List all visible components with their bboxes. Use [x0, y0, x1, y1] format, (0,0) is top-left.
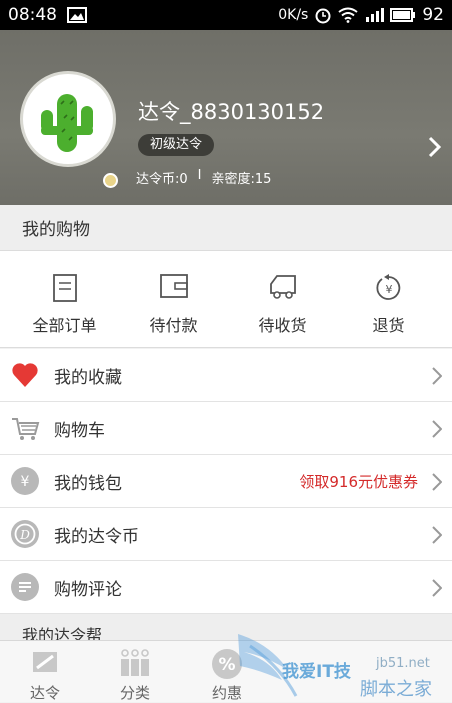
- category-icon: [121, 649, 149, 676]
- coupon-promo[interactable]: 领取916元优惠券: [299, 471, 418, 492]
- section-shopping-title: 我的购物: [22, 220, 90, 240]
- menu-item-label: 购物车: [54, 420, 105, 441]
- order-return-label: 退货: [372, 316, 405, 335]
- chevron-right-icon: [432, 420, 442, 438]
- comment-icon: [11, 573, 39, 601]
- menu-item-favorites[interactable]: 我的收藏: [0, 349, 452, 402]
- watermark-text: 我爱IT技: [282, 662, 351, 682]
- profile-stats: 达令币:0 I 亲密度:15: [136, 168, 271, 187]
- coins-count: 达令币:0: [136, 172, 188, 187]
- level-badge: 初级达令: [138, 134, 215, 156]
- wallet-icon: [159, 274, 188, 298]
- tab-category[interactable]: 分类: [90, 641, 180, 703]
- cart-icon: [12, 418, 40, 440]
- dalin-icon: [33, 652, 57, 672]
- profile-header[interactable]: 达令_8830130152 初级达令 达令币:0 I 亲密度:15: [0, 30, 452, 205]
- image-notification-icon: [67, 7, 87, 23]
- tab-label: 分类: [119, 684, 150, 702]
- wifi-icon: [338, 7, 358, 23]
- order-unreceived-button[interactable]: 待收货: [226, 251, 339, 348]
- coin-icon: D: [11, 520, 39, 548]
- yuan-icon: ¥: [11, 467, 39, 495]
- order-shortcuts: 全部订单 待付款 待收货 ¥ 退货: [0, 251, 452, 348]
- svg-text:¥: ¥: [385, 283, 392, 296]
- order-list-icon: [52, 274, 77, 302]
- battery-level: 92: [422, 5, 444, 25]
- status-bar: 08:48 0K/s 92: [0, 0, 452, 30]
- menu-list: 我的收藏 购物车 ¥ 我的钱包 领取916元优惠券 D 我的达令币 购物评论: [0, 349, 452, 614]
- tab-label: 达令: [29, 684, 60, 702]
- menu-item-label: 我的达令币: [54, 526, 139, 547]
- chevron-right-icon: [432, 526, 442, 544]
- order-unpaid-label: 待付款: [149, 316, 198, 335]
- chevron-right-icon: [432, 473, 442, 491]
- watermark-url: jb51.net: [376, 656, 430, 671]
- stats-separator: I: [197, 168, 202, 183]
- order-all-button[interactable]: 全部订单: [8, 251, 121, 348]
- heart-icon: [12, 363, 38, 387]
- menu-item-coins[interactable]: D 我的达令币: [0, 508, 452, 561]
- order-return-button[interactable]: ¥ 退货: [332, 251, 445, 348]
- order-all-label: 全部订单: [32, 316, 97, 335]
- status-time: 08:48: [8, 5, 57, 25]
- avatar[interactable]: [20, 71, 116, 167]
- svg-text:D: D: [19, 528, 30, 542]
- svg-text:¥: ¥: [21, 474, 30, 490]
- menu-item-label: 我的钱包: [54, 473, 122, 494]
- level-medal-icon: [103, 173, 118, 188]
- tab-dalin[interactable]: 达令: [0, 641, 90, 703]
- menu-item-label: 我的收藏: [54, 367, 122, 388]
- cactus-avatar-icon: [41, 94, 93, 152]
- chevron-right-icon: [432, 367, 442, 385]
- order-unreceived-label: 待收货: [258, 316, 307, 335]
- intimacy-count: 亲密度:15: [211, 172, 272, 187]
- return-icon: ¥: [375, 274, 400, 300]
- truck-icon: [269, 275, 296, 299]
- battery-icon: [390, 8, 416, 22]
- watermark-site-name: 脚本之家: [360, 679, 432, 700]
- order-unpaid-button[interactable]: 待付款: [117, 251, 230, 348]
- section-shopping-header: 我的购物: [0, 205, 452, 251]
- menu-item-comments[interactable]: 购物评论: [0, 561, 452, 614]
- signal-icon: [366, 8, 385, 22]
- menu-item-label: 购物评论: [54, 579, 122, 600]
- menu-item-cart[interactable]: 购物车: [0, 402, 452, 455]
- chevron-right-icon: [432, 579, 442, 597]
- menu-item-wallet[interactable]: ¥ 我的钱包 领取916元优惠券: [0, 455, 452, 508]
- alarm-icon: [315, 8, 331, 24]
- username: 达令_8830130152: [138, 100, 325, 124]
- network-speed: 0K/s: [278, 7, 309, 23]
- chevron-right-icon[interactable]: [428, 136, 442, 158]
